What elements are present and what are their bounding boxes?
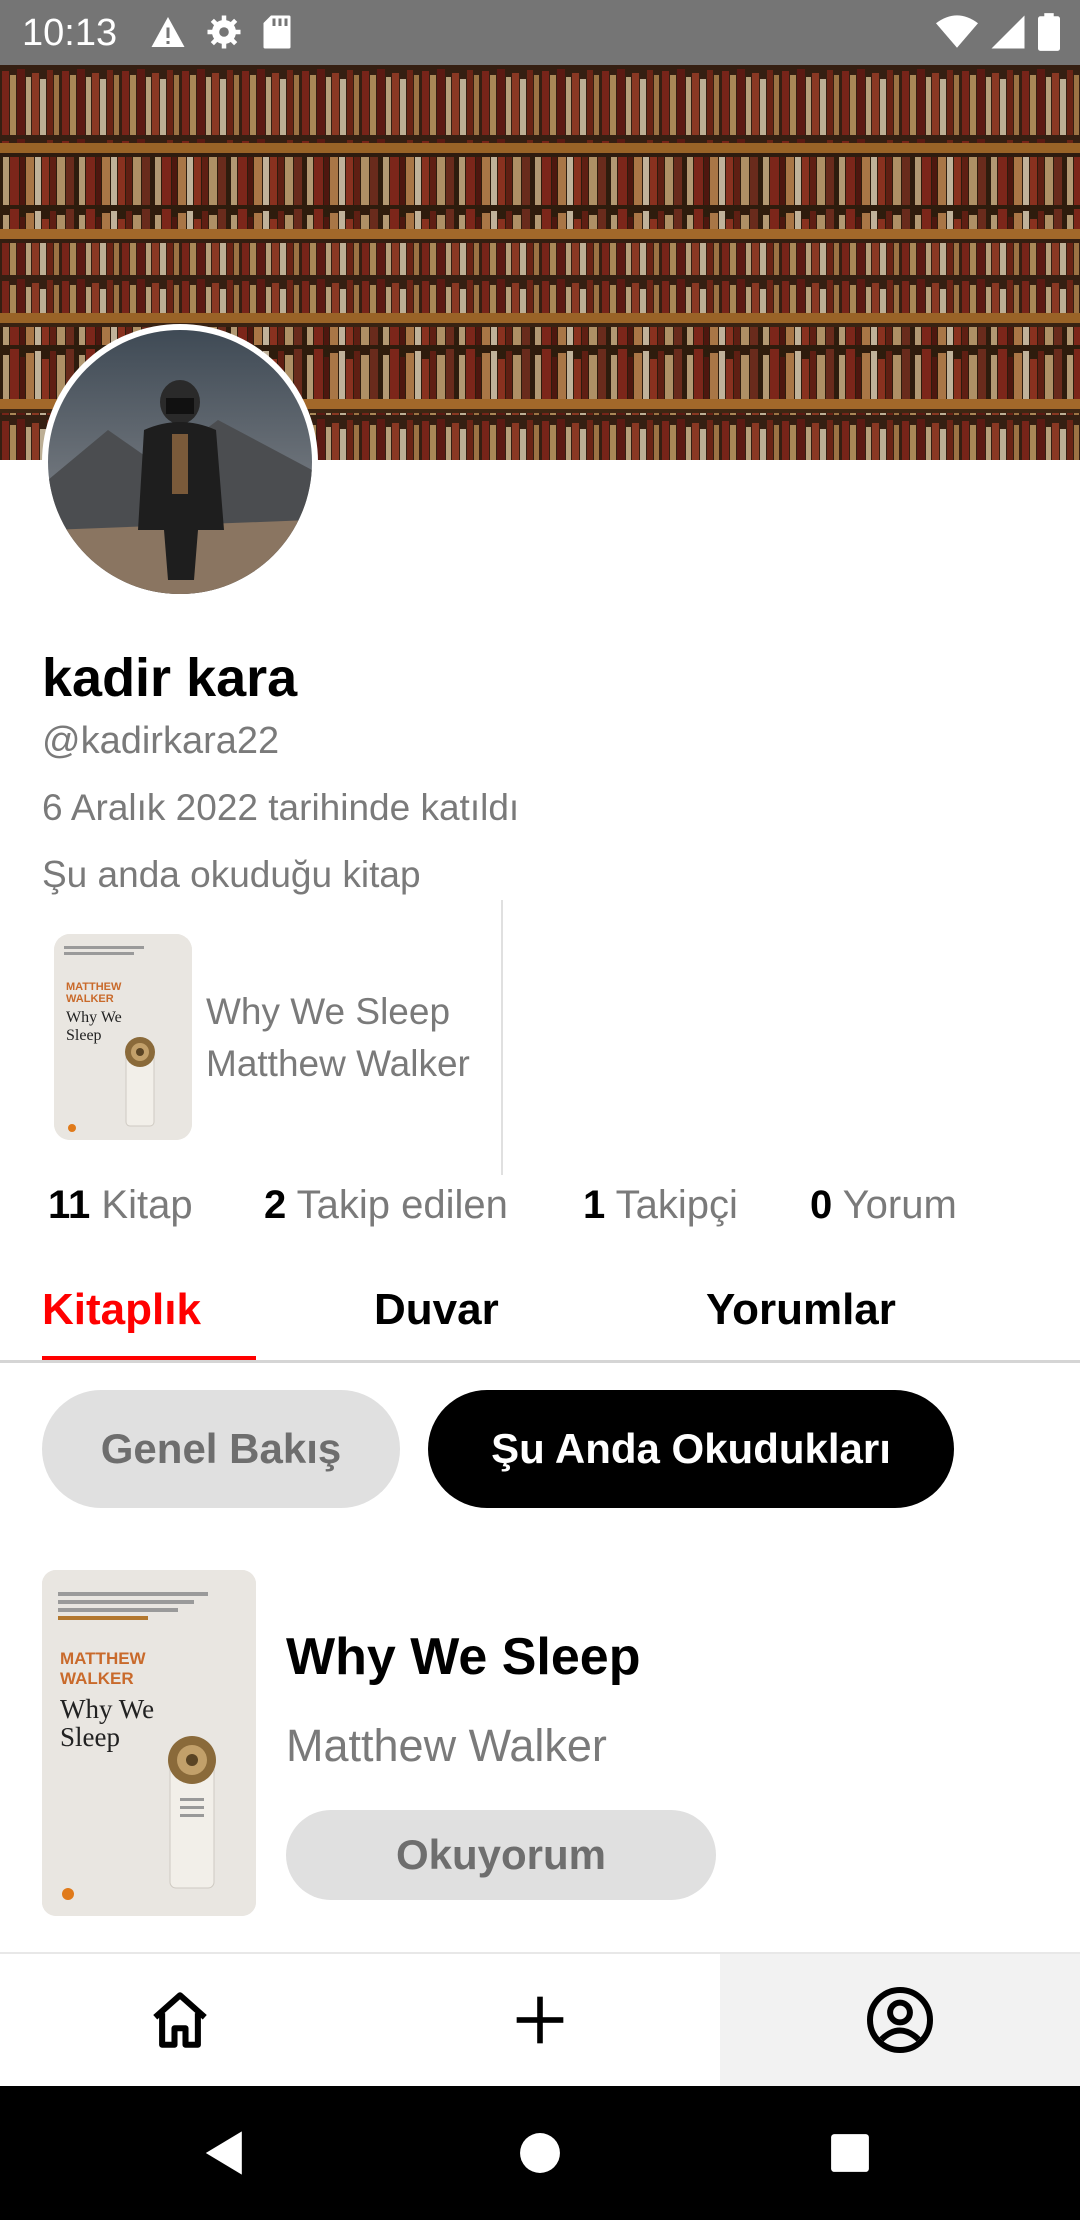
stat-books[interactable]: 11 Kitap	[48, 1175, 193, 1235]
divider	[501, 900, 503, 1175]
book-cover-author-2: WALKER	[60, 1669, 134, 1688]
tabs-divider	[0, 1360, 1080, 1363]
stat-reviews[interactable]: 0 Yorum	[810, 1175, 957, 1235]
status-time: 10:13	[22, 12, 118, 54]
book-cover-title: Why We	[60, 1694, 154, 1724]
status-notification-icons	[150, 12, 292, 52]
current-book-title: Why We Sleep	[206, 991, 451, 1032]
system-navigation-bar	[0, 2086, 1080, 2220]
profile-name: kadir kara	[42, 648, 298, 708]
nav-profile[interactable]	[720, 1954, 1080, 2086]
system-home-button[interactable]	[465, 2086, 615, 2220]
sd-card-icon	[263, 15, 291, 49]
home-icon	[153, 1992, 207, 2048]
current-book-cover-author-2: WALKER	[66, 993, 114, 1005]
stat-following-label: Takip edilen	[296, 1183, 508, 1227]
wifi-icon	[936, 15, 978, 48]
current-book-cover-author: MATTHEW	[66, 981, 122, 993]
currently-reading-book[interactable]: MATTHEW WALKER Why We Sleep Why We Sleep…	[52, 930, 502, 1142]
settings-icon	[207, 15, 241, 49]
book-author: Matthew Walker	[286, 1720, 607, 1771]
current-book-cover-title: Why We	[66, 1009, 122, 1026]
system-recents-button[interactable]	[775, 2086, 925, 2220]
stat-reviews-count: 0	[810, 1183, 833, 1227]
profile-tabs: Kitaplık Duvar Yorumlar	[0, 1270, 1080, 1362]
current-book-cover: MATTHEW WALKER Why We Sleep	[54, 934, 192, 1140]
profile-stats: 11 Kitap 2 Takip edilen 1 Takipçi 0 Yoru…	[0, 1175, 1080, 1235]
profile-joined-date: 6 Aralık 2022 tarihinde katıldı	[42, 787, 520, 828]
book-cover-author: MATTHEW	[60, 1649, 147, 1668]
stat-following-count: 2	[264, 1183, 287, 1227]
currently-reading-label: Şu anda okuduğu kitap	[42, 854, 421, 895]
stat-reviews-label: Yorum	[842, 1183, 957, 1227]
tab-reviews[interactable]: Yorumlar	[706, 1280, 896, 1340]
add-icon	[516, 1996, 564, 2044]
recents-icon	[831, 2134, 869, 2172]
stat-followers[interactable]: 1 Takipçi	[583, 1175, 738, 1235]
tab-library[interactable]: Kitaplık	[42, 1280, 201, 1340]
book-title: Why We Sleep	[286, 1628, 641, 1686]
nav-home[interactable]	[0, 1954, 360, 2086]
home-circle-icon	[520, 2133, 560, 2173]
stat-following[interactable]: 2 Takip edilen	[264, 1175, 508, 1235]
account-icon	[867, 1987, 933, 2053]
bottom-navigation	[0, 1952, 1080, 2086]
reading-status-button[interactable]: Okuyorum	[286, 1810, 716, 1900]
current-book-author: Matthew Walker	[206, 1043, 470, 1084]
battery-icon	[1038, 13, 1060, 51]
stat-followers-count: 1	[583, 1183, 606, 1227]
back-icon	[205, 2131, 242, 2175]
warning-icon	[151, 17, 185, 47]
current-book-cover-title-2: Sleep	[66, 1027, 102, 1044]
tab-wall[interactable]: Duvar	[374, 1280, 499, 1340]
list-item[interactable]: MATTHEW WALKER Why We Sleep Why We Sleep…	[0, 1570, 1080, 1920]
status-bar: 10:13	[0, 0, 1080, 65]
avatar-photo	[48, 330, 312, 594]
book-cover: MATTHEW WALKER Why We Sleep	[42, 1570, 256, 1916]
status-system-icons	[936, 12, 1060, 52]
profile-handle: @kadirkara22	[42, 720, 280, 762]
avatar[interactable]	[42, 324, 318, 600]
stat-books-count: 11	[48, 1183, 91, 1227]
system-back-button[interactable]	[150, 2086, 300, 2220]
chip-overview[interactable]: Genel Bakış	[42, 1390, 400, 1508]
stat-books-label: Kitap	[101, 1183, 193, 1227]
nav-add[interactable]	[360, 1954, 720, 2086]
stat-followers-label: Takipçi	[615, 1183, 738, 1227]
cellular-signal-icon	[991, 15, 1025, 49]
book-cover-title-2: Sleep	[60, 1722, 120, 1752]
chip-currently-reading[interactable]: Şu Anda Okudukları	[428, 1390, 954, 1508]
